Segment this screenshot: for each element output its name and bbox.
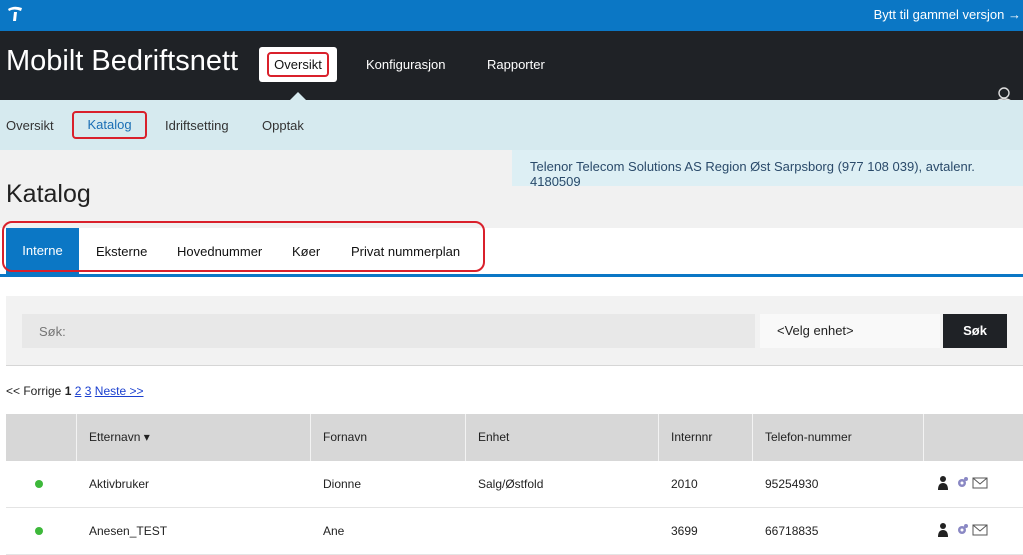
mail-icon[interactable]: [972, 477, 988, 489]
nav-oversikt-label: Oversikt: [267, 52, 329, 77]
col-telefon-nummer[interactable]: Telefon-nummer: [752, 414, 923, 461]
cell-firstname: Dionne: [323, 477, 362, 491]
col-actions: [923, 414, 1023, 461]
app-header: Mobilt Bedriftsnett Oversikt Konfigurasj…: [0, 31, 1023, 108]
search-input[interactable]: [22, 314, 755, 348]
user-details-icon[interactable]: [938, 476, 948, 490]
mail-icon[interactable]: [972, 524, 988, 536]
row-actions: [938, 522, 988, 543]
settings-icon[interactable]: [958, 524, 968, 534]
nav-konfigurasjon[interactable]: Konfigurasjon: [366, 57, 446, 72]
row-actions: [938, 475, 988, 496]
cell-internal: 2010: [671, 477, 698, 491]
pagination: << Forrige 1 2 3 Neste >>: [6, 384, 144, 398]
pager-prev[interactable]: << Forrige: [6, 384, 61, 398]
switch-version-link[interactable]: Bytt til gammel versjon →: [874, 7, 1021, 22]
app-title: Mobilt Bedriftsnett: [6, 45, 239, 77]
pager-page-2[interactable]: 2: [75, 384, 82, 398]
col-fornavn[interactable]: Fornavn: [310, 414, 465, 461]
cell-unit: Salg/Østfold: [478, 477, 544, 491]
telenor-logo-icon[interactable]: [6, 5, 26, 28]
user-details-icon[interactable]: [938, 523, 948, 537]
active-nav-caret: [289, 92, 307, 101]
subnav-katalog[interactable]: Katalog: [72, 111, 147, 139]
settings-icon[interactable]: [958, 477, 968, 487]
subnav-idriftsetting[interactable]: Idriftsetting: [165, 118, 229, 133]
table-row[interactable]: Anesen_TEST Ane 3699 66718835: [6, 508, 1023, 555]
col-enhet[interactable]: Enhet: [465, 414, 658, 461]
cell-internal: 3699: [671, 524, 698, 538]
table-row[interactable]: Aktivbruker Dionne Salg/Østfold 2010 952…: [6, 461, 1023, 508]
table-header: Etternavn ▾ Fornavn Enhet Internnr Telef…: [6, 414, 1023, 461]
pager-page-3[interactable]: 3: [85, 384, 92, 398]
col-internnr[interactable]: Internnr: [658, 414, 752, 461]
cell-lastname: Aktivbruker: [89, 477, 150, 491]
cell-phone: 66718835: [765, 524, 819, 538]
pager-next[interactable]: Neste >>: [95, 384, 144, 398]
nav-oversikt[interactable]: Oversikt: [259, 47, 337, 82]
pager-current: 1: [64, 384, 72, 398]
cell-firstname: Ane: [323, 524, 345, 538]
status-online-icon: [35, 527, 43, 535]
status-online-icon: [35, 480, 43, 488]
top-bar: Bytt til gammel versjon →: [0, 0, 1023, 31]
cell-phone: 95254930: [765, 477, 819, 491]
subnav-oversikt[interactable]: Oversikt: [6, 118, 54, 133]
nav-rapporter[interactable]: Rapporter: [487, 57, 545, 72]
organization-info: Telenor Telecom Solutions AS Region Øst …: [512, 150, 1023, 189]
search-button[interactable]: Søk: [943, 314, 1007, 348]
subnav-opptak[interactable]: Opptak: [262, 118, 304, 133]
page-title: Katalog: [6, 180, 91, 208]
sub-navigation: Oversikt Katalog Idriftsetting Opptak: [0, 100, 1023, 150]
tabs-highlight-frame: [2, 221, 485, 272]
cell-lastname: Anesen_TEST: [89, 524, 168, 538]
col-etternavn[interactable]: Etternavn ▾: [76, 414, 310, 461]
unit-select[interactable]: <Velg enhet>: [760, 314, 940, 348]
